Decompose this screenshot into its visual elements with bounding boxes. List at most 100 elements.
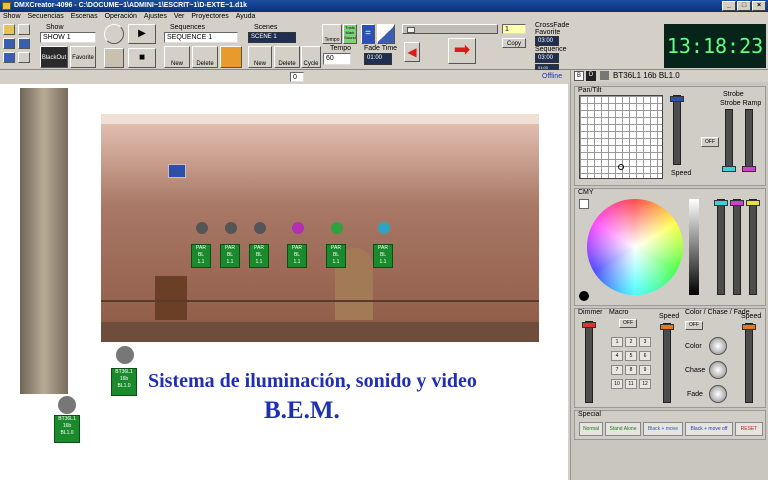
fixture-par-4[interactable]: PAR BL 1.1 <box>287 244 307 268</box>
macro-key[interactable]: 9 <box>639 365 651 375</box>
tempo-input[interactable]: 60 <box>323 53 351 65</box>
menu-escenas[interactable]: Escenas <box>71 13 98 20</box>
normal-button[interactable]: Normal <box>579 422 603 436</box>
macro-key[interactable]: 8 <box>625 365 637 375</box>
delete-sequence-button[interactable]: Delete <box>192 46 218 68</box>
pantilt-grid[interactable] <box>579 95 663 179</box>
macro-key[interactable]: 5 <box>625 351 637 361</box>
macro-key[interactable]: 10 <box>611 379 623 389</box>
play-button[interactable]: ▶ <box>128 24 156 44</box>
new-sequence-button[interactable]: New <box>164 46 190 68</box>
moving-head-2[interactable]: BT36L1 16b BL1.0 <box>54 415 80 443</box>
badge-b[interactable]: B <box>574 71 584 81</box>
fixture-par-2[interactable]: PAR BL 1.1 <box>220 244 240 268</box>
sound-mark-button[interactable]: Tnsfc Mark Sound <box>343 24 357 44</box>
macro-speed-slider[interactable] <box>660 323 674 403</box>
blackout-button[interactable]: BlackOut <box>40 46 68 68</box>
audio-icon[interactable] <box>104 24 124 44</box>
new-scene-button[interactable]: New <box>248 46 272 68</box>
cycle-button[interactable]: Cycle <box>301 46 321 68</box>
fixture-light-icon[interactable] <box>292 222 304 234</box>
ramp-button[interactable] <box>377 24 395 44</box>
color-dial[interactable] <box>709 337 727 355</box>
fixture-par-3[interactable]: PAR BL 1.1 <box>249 244 269 268</box>
copy-button[interactable]: Copy <box>502 38 526 48</box>
fixture-light-icon[interactable] <box>331 222 343 234</box>
fixture-light-icon[interactable] <box>225 222 237 234</box>
magenta-slider[interactable] <box>730 199 744 295</box>
crossfade-slider[interactable] <box>402 24 498 34</box>
black-move-button[interactable]: Black + move <box>643 422 683 436</box>
sequence-select[interactable]: SEQUENCE 1 <box>164 32 238 43</box>
stop-button[interactable]: ■ <box>128 48 156 68</box>
moving-head-1[interactable]: BT36L1 16b BL1.0 <box>111 368 137 396</box>
sequence-light-icon[interactable] <box>220 46 242 68</box>
color-speed-slider[interactable] <box>742 323 756 403</box>
tempo-button[interactable]: Tempo <box>322 24 342 44</box>
color-off-button[interactable]: OFF <box>685 321 703 330</box>
next-arrow-icon[interactable]: ➡ <box>448 38 476 64</box>
strobe-off-button[interactable]: OFF <box>701 137 719 147</box>
fixture-par-6[interactable]: PAR BL 1.1 <box>373 244 393 268</box>
delete-scene-button[interactable]: Delete <box>274 46 300 68</box>
macro-key[interactable]: 2 <box>625 337 637 347</box>
show-input[interactable]: SHOW 1 <box>40 32 96 43</box>
fade-dial[interactable] <box>709 385 727 403</box>
previous-arrow-icon[interactable]: ◀ <box>404 42 420 62</box>
stand-alone-button[interactable]: Stand Alone <box>605 422 641 436</box>
fixture-par-1[interactable]: PAR BL 1.1 <box>191 244 211 268</box>
black-swatch[interactable] <box>579 291 589 301</box>
macro-key[interactable]: 4 <box>611 351 623 361</box>
macro-key[interactable]: 1 <box>611 337 623 347</box>
favorite-button[interactable]: Favorite <box>70 46 96 68</box>
menu-secuencias[interactable]: Secuencias <box>28 13 64 20</box>
moving-head-icon[interactable] <box>116 346 134 364</box>
menu-ver[interactable]: Ver <box>174 13 185 20</box>
white-swatch[interactable] <box>579 199 589 209</box>
menu-show[interactable]: Show <box>3 13 21 20</box>
color-wheel[interactable] <box>587 199 683 295</box>
strobe-slider[interactable] <box>722 109 736 172</box>
close-button[interactable]: × <box>752 1 766 11</box>
macro-key[interactable]: 6 <box>639 351 651 361</box>
save-as-icon[interactable] <box>18 38 30 49</box>
cyan-slider[interactable] <box>714 199 728 295</box>
menu-operacion[interactable]: Operación <box>105 13 137 20</box>
menu-ajustes[interactable]: Ajustes <box>144 13 167 20</box>
reset-button[interactable]: RESET <box>735 422 763 436</box>
colorwheel-icon[interactable] <box>104 48 124 68</box>
save-icon[interactable] <box>3 38 15 49</box>
fixture-par-5[interactable]: PAR BL 1.1 <box>326 244 346 268</box>
sequence-time[interactable]: 03:00 <box>535 53 559 63</box>
pantilt-cursor[interactable] <box>618 164 624 170</box>
macro-key[interactable]: 7 <box>611 365 623 375</box>
fixture-light-icon[interactable] <box>378 222 390 234</box>
minimize-button[interactable]: _ <box>722 1 736 11</box>
black-move-off-button[interactable]: Black + move off <box>685 422 733 436</box>
maximize-button[interactable]: □ <box>737 1 751 11</box>
edit-icon[interactable] <box>18 24 30 35</box>
menu-proyectores[interactable]: Proyectores <box>191 13 228 20</box>
brightness-bar[interactable] <box>689 199 699 295</box>
fixture-light-icon[interactable] <box>254 222 266 234</box>
fade-time-input[interactable]: 01:00 <box>364 53 392 65</box>
macro-key[interactable]: 12 <box>639 379 651 389</box>
yellow-slider[interactable] <box>746 199 760 295</box>
macro-key[interactable]: 3 <box>639 337 651 347</box>
disk-icon[interactable] <box>3 52 15 63</box>
equal-button[interactable]: = <box>361 24 375 44</box>
badge-d[interactable]: D <box>586 71 596 81</box>
scene-select[interactable]: SCENE 1 <box>248 32 296 43</box>
macro-off-button[interactable]: OFF <box>619 319 637 328</box>
chase-dial[interactable] <box>709 361 727 379</box>
pantilt-speed-slider[interactable] <box>670 95 684 165</box>
dimmer-slider[interactable] <box>582 321 596 403</box>
menu-ayuda[interactable]: Ayuda <box>236 13 256 20</box>
fixture-light-icon[interactable] <box>196 222 208 234</box>
moving-head-icon[interactable] <box>58 396 76 414</box>
open-folder-icon[interactable] <box>3 24 15 35</box>
crossfade-time[interactable]: 03:00 <box>535 36 559 46</box>
strobe-ramp-slider[interactable] <box>742 109 756 172</box>
tools-icon[interactable] <box>18 52 30 63</box>
macro-key[interactable]: 11 <box>625 379 637 389</box>
